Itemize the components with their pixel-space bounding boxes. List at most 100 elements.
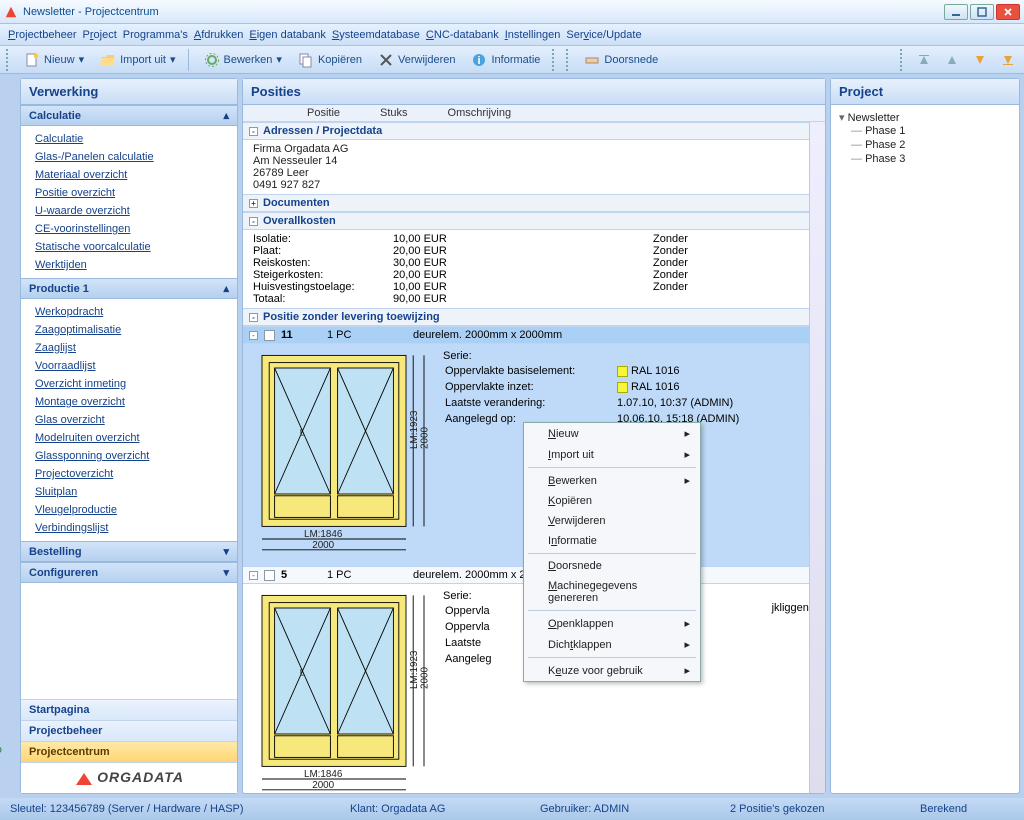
prod-item-10[interactable]: Sluitplan — [21, 483, 237, 501]
new-button[interactable]: Nieuw ▾ — [18, 50, 90, 70]
import-button[interactable]: Import uit ▾ — [94, 50, 181, 70]
menu-systeemdatabase[interactable]: Systeemdatabase — [332, 29, 420, 41]
col-stuks[interactable]: Stuks — [380, 107, 408, 119]
prod-item-1[interactable]: Zaagoptimalisatie — [21, 321, 237, 339]
calc-item-0[interactable]: Calculatie — [21, 130, 237, 148]
tree-phase-1[interactable]: Phase 1 — [839, 124, 1011, 138]
menu-eigen-databank[interactable]: Eigen databank — [249, 29, 325, 41]
ctx-openklappen[interactable]: Openklappen▸ — [524, 613, 700, 634]
door-preview: L LM:1846 2000 LM:1923 2000 — [253, 350, 433, 560]
col-positie[interactable]: Positie — [307, 107, 340, 119]
status-selection: 2 Positie's gekozen — [730, 803, 880, 815]
ctx-verwijderen[interactable]: Verwijderen — [524, 511, 700, 531]
edit-button[interactable]: Bewerken ▾ — [198, 50, 288, 70]
ctx-informatie[interactable]: Informatie — [524, 531, 700, 551]
menu-cnc-databank[interactable]: CNC-databank — [426, 29, 499, 41]
ctx-kopieren[interactable]: Kopiëren — [524, 491, 700, 511]
doorsnede-button[interactable]: Doorsnede — [578, 50, 664, 70]
svg-text:2000: 2000 — [312, 540, 334, 551]
acc-configureren-head[interactable]: Configureren▾ — [21, 562, 237, 583]
prod-item-12[interactable]: Verbindingslijst — [21, 519, 237, 537]
tree-phase-2[interactable]: Phase 2 — [839, 138, 1011, 152]
toolbar: Nieuw ▾ Import uit ▾ Bewerken ▾ Kopiëren… — [0, 46, 1024, 74]
calc-item-3[interactable]: Positie overzicht — [21, 184, 237, 202]
app-icon — [4, 5, 18, 19]
prod-item-2[interactable]: Zaaglijst — [21, 339, 237, 357]
center-panel: Posities Positie Stuks Omschrijving -Adr… — [242, 78, 826, 794]
prod-item-9[interactable]: Projectoverzicht — [21, 465, 237, 483]
status-berekend: Berekend — [920, 803, 1024, 815]
minimize-button[interactable] — [944, 4, 968, 20]
project-title: Project — [831, 79, 1019, 105]
maximize-button[interactable] — [970, 4, 994, 20]
ctx-keuze[interactable]: Keuze voor gebruik▸ — [524, 660, 700, 681]
col-omschrijving[interactable]: Omschrijving — [448, 107, 512, 119]
prod-item-3[interactable]: Voorraadlijst — [21, 357, 237, 375]
tree-phase-3[interactable]: Phase 3 — [839, 152, 1011, 166]
acc-productie-head[interactable]: Productie 1▴ — [21, 278, 237, 299]
menu-instellingen[interactable]: Instellingen — [505, 29, 561, 41]
positions-body: -Adressen / Projectdata Firma Orgadata A… — [243, 122, 825, 793]
ctx-nieuw[interactable]: Nieuw▸ — [524, 423, 700, 444]
prod-item-7[interactable]: Modelruiten overzicht — [21, 429, 237, 447]
acc-bestelling-head[interactable]: Bestelling▾ — [21, 541, 237, 562]
gear-icon — [204, 52, 220, 68]
calc-item-1[interactable]: Glas-/Panelen calculatie — [21, 148, 237, 166]
orgadata-icon — [74, 771, 94, 787]
ctx-machinegegevens[interactable]: Machinegegevens genereren — [524, 576, 700, 608]
menu-programmas[interactable]: Programma's — [123, 29, 188, 41]
ctx-doorsnede[interactable]: Doorsnede — [524, 556, 700, 576]
context-menu: Nieuw▸ Import uit▸ Bewerken▸ Kopiëren Ve… — [523, 422, 701, 682]
arrow-down-button[interactable] — [968, 49, 992, 71]
calc-item-5[interactable]: CE-voorinstellingen — [21, 220, 237, 238]
prod-item-4[interactable]: Overzicht inmeting — [21, 375, 237, 393]
status-klant: Klant: Orgadata AG — [350, 803, 500, 815]
close-button[interactable] — [996, 4, 1020, 20]
sect-overallkosten[interactable]: -Overallkosten — [243, 212, 825, 230]
delete-icon — [378, 52, 394, 68]
prod-item-8[interactable]: Glassponning overzicht — [21, 447, 237, 465]
prod-item-5[interactable]: Montage overzicht — [21, 393, 237, 411]
ctx-dichtklappen[interactable]: Dichtklappen▸ — [524, 634, 700, 655]
calc-item-6[interactable]: Statische voorcalculatie — [21, 238, 237, 256]
section-icon — [584, 52, 600, 68]
ctx-bewerken[interactable]: Bewerken▸ — [524, 470, 700, 491]
menu-service-update[interactable]: Service/Update — [566, 29, 641, 41]
prod-item-11[interactable]: Vleugelproductie — [21, 501, 237, 519]
arrow-up-button[interactable] — [940, 49, 964, 71]
copy-icon — [298, 52, 314, 68]
tree-root[interactable]: Newsletter — [839, 111, 1011, 124]
arrow-first-button[interactable] — [912, 49, 936, 71]
new-icon — [24, 52, 40, 68]
nav-projectcentrum[interactable]: Projectcentrum — [21, 741, 237, 762]
delete-button[interactable]: Verwijderen — [372, 50, 461, 70]
prod-item-0[interactable]: Werkopdracht — [21, 303, 237, 321]
address-block: Firma Orgadata AG Am Nesseuler 14 26789 … — [243, 140, 825, 194]
svg-text:2000: 2000 — [420, 427, 431, 449]
svg-text:LM:1923: LM:1923 — [409, 410, 420, 449]
copy-button[interactable]: Kopiëren — [292, 50, 368, 70]
sidebar-title: Verwerking — [21, 79, 237, 105]
calc-item-7[interactable]: Werktijden — [21, 256, 237, 274]
prod-item-6[interactable]: Glas overzicht — [21, 411, 237, 429]
sect-adres[interactable]: -Adressen / Projectdata — [243, 122, 825, 140]
menu-projectbeheer[interactable]: PProjectbeheerrojectbeheer — [8, 29, 77, 41]
scrollbar[interactable] — [809, 122, 825, 793]
menu-afdrukken[interactable]: Afdrukken — [194, 29, 244, 41]
svg-text:L: L — [300, 428, 305, 438]
arrow-last-button[interactable] — [996, 49, 1020, 71]
ctx-import[interactable]: Import uit▸ — [524, 444, 700, 465]
position-checkbox[interactable] — [264, 330, 275, 341]
nav-projectbeheer[interactable]: Projectbeheer — [21, 720, 237, 741]
acc-calculatie-head[interactable]: Calculatie▴ — [21, 105, 237, 126]
calc-item-4[interactable]: U-waarde overzicht — [21, 202, 237, 220]
door-preview: L LM:1846 2000 LM:1923 2000 — [253, 590, 433, 793]
info-button[interactable]: i Informatie — [465, 50, 546, 70]
menu-project[interactable]: Project — [83, 29, 117, 41]
sect-positie-zonder[interactable]: -Positie zonder levering toewijzing — [243, 308, 825, 326]
nav-startpagina[interactable]: Startpagina — [21, 699, 237, 720]
position-checkbox[interactable] — [264, 570, 275, 581]
sect-documenten[interactable]: +Documenten — [243, 194, 825, 212]
calc-item-2[interactable]: Materiaal overzicht — [21, 166, 237, 184]
costs-block: Isolatie:10,00 EURZonderPlaat:20,00 EURZ… — [243, 230, 825, 308]
